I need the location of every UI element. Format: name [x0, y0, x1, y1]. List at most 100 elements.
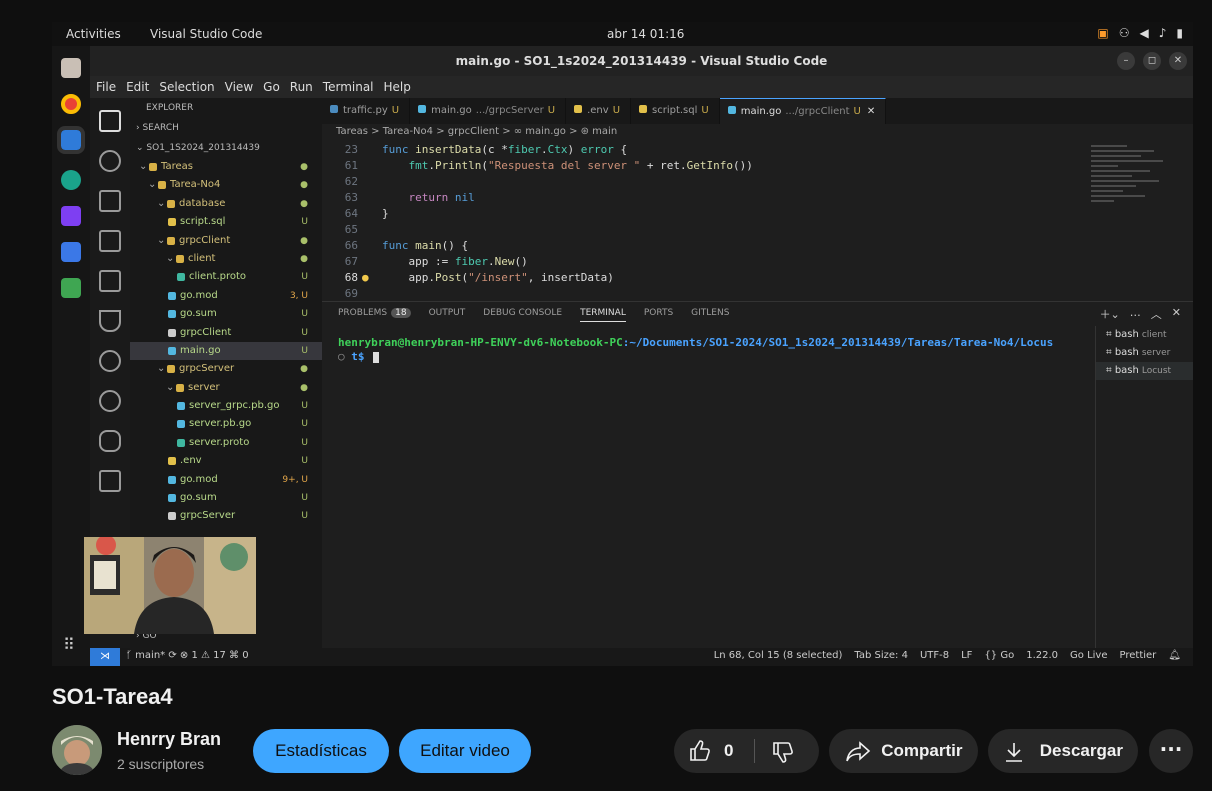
explorer-icon[interactable] — [99, 110, 121, 132]
tree-folder[interactable]: ⌄ grpcServer ● — [130, 360, 322, 378]
github-icon[interactable] — [99, 470, 121, 492]
status-item[interactable]: Ln 68, Col 15 (8 selected) — [714, 650, 843, 661]
source-control-icon[interactable] — [99, 150, 121, 172]
tree-file[interactable]: go.mod 3, U — [130, 287, 322, 305]
code-editor[interactable]: 23 func insertData(c *fiber.Ctx) error {6… — [322, 142, 1093, 300]
terminal-output[interactable]: henrybran@henrybran-HP-ENVY-dv6-Notebook… — [338, 336, 1078, 364]
panel-tab-gitlens[interactable]: GITLENS — [691, 308, 729, 322]
status-item[interactable]: Prettier — [1120, 650, 1157, 661]
gitlens-icon[interactable] — [99, 350, 121, 372]
tree-folder[interactable]: ⌄ grpcClient ● — [130, 232, 322, 250]
desktop-top-bar: Activities Visual Studio Code abr 14 01:… — [52, 22, 1193, 46]
close-icon[interactable]: ✕ — [1169, 52, 1187, 70]
more-options-icon[interactable]: ··· — [1149, 729, 1193, 773]
search-section[interactable]: › SEARCH — [130, 118, 322, 138]
tree-file[interactable]: go.sum U — [130, 489, 322, 507]
timeline-icon[interactable] — [99, 390, 121, 412]
testing-icon[interactable] — [99, 310, 121, 332]
tree-folder[interactable]: ⌄ database ● — [130, 195, 322, 213]
tree-folder[interactable]: ⌄ server ● — [130, 379, 322, 397]
activities-button[interactable]: Activities — [66, 27, 121, 41]
stats-button[interactable]: Estadísticas — [253, 729, 389, 773]
menu-item-edit[interactable]: Edit — [126, 76, 149, 98]
maximize-icon[interactable]: ◻ — [1143, 52, 1161, 70]
menu-item-view[interactable]: View — [225, 76, 253, 98]
datagrip-icon[interactable] — [61, 206, 81, 226]
edit-video-button[interactable]: Editar video — [399, 729, 531, 773]
more-actions-icon[interactable]: … — [1130, 306, 1141, 322]
text-editor-icon[interactable] — [61, 242, 81, 262]
menu-item-file[interactable]: File — [96, 76, 116, 98]
tree-folder[interactable]: ⌄ Tarea-No4 ● — [130, 176, 322, 194]
editor-tab[interactable]: script.sql U — [631, 98, 720, 124]
tree-folder[interactable]: ⌄ Tareas ● — [130, 158, 322, 176]
close-panel-icon[interactable]: ✕ — [1172, 306, 1181, 322]
download-button[interactable]: Descargar — [988, 729, 1138, 773]
status-item[interactable]: LF — [961, 650, 972, 661]
panel-tab-terminal[interactable]: TERMINAL — [580, 308, 626, 322]
share-button[interactable]: Compartir — [829, 729, 978, 773]
panel-tab-debug-console[interactable]: DEBUG CONSOLE — [483, 308, 562, 322]
tree-file[interactable]: script.sql U — [130, 213, 322, 231]
app-teal-icon[interactable] — [61, 170, 81, 190]
extensions-icon[interactable] — [99, 230, 121, 252]
editor-tab[interactable]: main.go .../grpcServer U — [410, 98, 567, 124]
tree-folder[interactable]: ⌄ client ● — [130, 250, 322, 268]
channel-avatar[interactable] — [52, 725, 102, 775]
tree-file[interactable]: server.pb.go U — [130, 415, 322, 433]
minimap[interactable] — [1091, 142, 1181, 272]
tree-file[interactable]: server_grpc.pb.go U — [130, 397, 322, 415]
terminal-instance[interactable]: ⌗ bash Locust — [1096, 362, 1193, 380]
remote-indicator-icon[interactable]: ⋊ — [90, 648, 120, 666]
editor-tab[interactable]: .env U — [566, 98, 632, 124]
tree-file[interactable]: go.sum U — [130, 305, 322, 323]
vscode-icon[interactable] — [57, 126, 85, 154]
status-item[interactable]: Go Live — [1070, 650, 1107, 661]
tree-file[interactable]: grpcClient U — [130, 324, 322, 342]
editor-tab[interactable]: main.go .../grpcClient U ✕ — [719, 98, 887, 124]
editor-tab[interactable]: traffic.py U — [322, 98, 411, 124]
new-terminal-icon[interactable]: ＋⌄ — [1100, 306, 1120, 322]
dislike-icon[interactable] — [771, 740, 795, 764]
menu-item-terminal[interactable]: Terminal — [323, 76, 374, 98]
chrome-icon[interactable] — [61, 94, 81, 114]
panel-tab-output[interactable]: OUTPUT — [429, 308, 466, 322]
trash-icon[interactable] — [61, 278, 81, 298]
tree-file[interactable]: grpcServer U — [130, 507, 322, 525]
status-item[interactable]: {} Go — [984, 650, 1014, 661]
menu-item-help[interactable]: Help — [384, 76, 411, 98]
files-icon[interactable] — [61, 58, 81, 78]
docker-icon[interactable] — [99, 430, 121, 452]
panel-tab-ports[interactable]: PORTS — [644, 308, 673, 322]
video-player[interactable]: Activities Visual Studio Code abr 14 01:… — [52, 22, 1193, 666]
menu-item-run[interactable]: Run — [290, 76, 313, 98]
breadcrumb[interactable]: Tareas > Tarea-No4 > grpcClient > ∞ main… — [336, 126, 617, 137]
maximize-panel-icon[interactable]: ︿ — [1151, 306, 1162, 322]
remote-explorer-icon[interactable] — [99, 270, 121, 292]
like-icon[interactable] — [688, 739, 712, 763]
tree-item-label: client — [188, 252, 216, 264]
terminal-instance[interactable]: ⌗ bash server — [1096, 344, 1193, 362]
panel-tab-problems[interactable]: PROBLEMS 18 — [338, 308, 411, 322]
tree-file[interactable]: main.go U — [130, 341, 322, 361]
menu-item-go[interactable]: Go — [263, 76, 280, 98]
status-item[interactable]: 1.22.0 — [1026, 650, 1058, 661]
close-tab-icon[interactable]: ✕ — [867, 106, 875, 117]
tree-file[interactable]: go.mod 9+, U — [130, 471, 322, 489]
status-item[interactable]: Tab Size: 4 — [854, 650, 908, 661]
notifications-icon[interactable]: 🔔︎ — [1168, 650, 1181, 661]
code-line: 62 — [322, 174, 1093, 190]
tree-file[interactable]: client.proto U — [130, 268, 322, 286]
minimize-icon[interactable]: – — [1117, 52, 1135, 70]
project-root[interactable]: ⌄ SO1_1S2024_201314439 — [130, 138, 322, 158]
tree-file[interactable]: server.proto U — [130, 434, 322, 452]
status-item[interactable]: UTF-8 — [920, 650, 949, 661]
run-debug-icon[interactable] — [99, 190, 121, 212]
terminal-instance[interactable]: ⌗ bash client — [1096, 326, 1193, 344]
channel-name[interactable]: Henrry Bran — [117, 729, 221, 750]
status-left[interactable]: ᚶ main* ⟳ ⊗ 1 ⚠ 17 ⌘ 0 — [126, 650, 249, 661]
lightbulb-icon[interactable]: ● — [362, 270, 369, 286]
tree-file[interactable]: .env U — [130, 452, 322, 470]
menu-item-selection[interactable]: Selection — [159, 76, 214, 98]
show-apps-icon[interactable]: ⠿ — [63, 635, 75, 654]
